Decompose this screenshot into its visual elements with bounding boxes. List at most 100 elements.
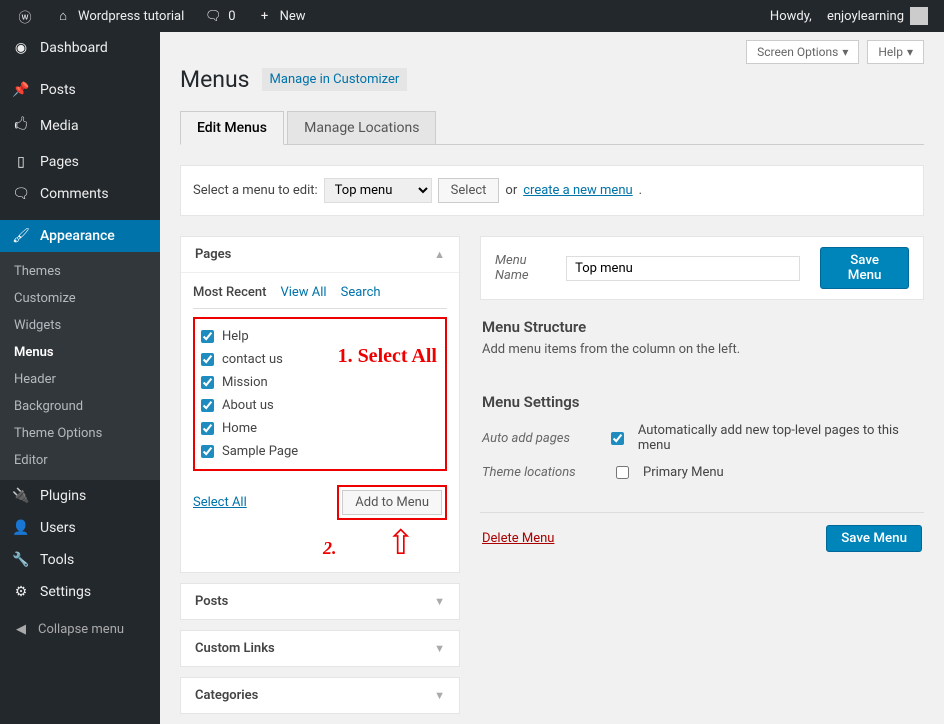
submenu-editor[interactable]: Editor xyxy=(0,447,160,474)
collapse-label: Collapse menu xyxy=(38,622,124,637)
page-icon: ▯ xyxy=(12,154,30,170)
submenu-background[interactable]: Background xyxy=(0,393,160,420)
arrow-up-icon: ⇧ xyxy=(387,526,416,560)
screen-options-button[interactable]: Screen Options ▾ xyxy=(746,40,859,64)
main-content: Screen Options ▾ Help ▾ Menus Manage in … xyxy=(160,32,944,724)
create-new-menu-link[interactable]: create a new menu xyxy=(523,183,632,198)
annotation-2: 2. xyxy=(323,538,337,559)
save-menu-button-top[interactable]: Save Menu xyxy=(820,247,909,289)
collapse-menu[interactable]: ◀ Collapse menu xyxy=(0,614,160,645)
comment-icon: 🗨 xyxy=(12,186,30,202)
select-prompt: Select a menu to edit: xyxy=(193,183,318,198)
primary-menu-checkbox[interactable] xyxy=(616,466,629,479)
home-icon: ⌂ xyxy=(54,8,72,24)
wrench-icon: 🔧 xyxy=(12,552,30,568)
howdy-prefix: Howdy, xyxy=(770,9,812,24)
sidebar-item-appearance[interactable]: 🖌Appearance xyxy=(0,220,160,252)
theme-locations-label: Theme locations xyxy=(482,465,602,480)
admin-toolbar: ⓦ ⌂ Wordpress tutorial 🗨0 +New Howdy, enj… xyxy=(0,0,944,32)
menu-name-input[interactable] xyxy=(566,256,800,281)
accordion-custom-links: Custom Links▼ xyxy=(180,630,460,667)
appearance-submenu: Themes Customize Widgets Menus Header Ba… xyxy=(0,252,160,480)
sidebar-item-media[interactable]: 🖒Media xyxy=(0,106,160,146)
sidebar-item-dashboard[interactable]: ◉Dashboard xyxy=(0,32,160,64)
chevron-down-icon: ▼ xyxy=(434,642,445,655)
chevron-down-icon: ▾ xyxy=(907,45,913,59)
admin-sidebar: ◉Dashboard 📌 Posts 🖒Media ▯ Pages 🗨Comment… xyxy=(0,32,160,724)
page-checkbox-row: Mission xyxy=(201,371,439,394)
accordion-pages: Pages▲ Most Recent View All Search 1. Se… xyxy=(180,236,460,573)
submenu-menus[interactable]: Menus xyxy=(0,339,160,366)
sidebar-item-label: Tools xyxy=(40,552,74,568)
dashboard-icon: ◉ xyxy=(12,40,30,56)
auto-add-checkbox[interactable] xyxy=(611,432,624,445)
help-button[interactable]: Help ▾ xyxy=(867,40,924,64)
subtab-search[interactable]: Search xyxy=(341,285,381,300)
page-checkbox-row: Sample Page xyxy=(201,440,439,463)
delete-menu-link[interactable]: Delete Menu xyxy=(482,531,554,546)
accordion-categories: Categories▼ xyxy=(180,677,460,714)
page-checkbox[interactable] xyxy=(201,422,214,435)
page-title: Menus xyxy=(180,66,250,93)
avatar xyxy=(910,7,928,25)
sidebar-item-label: Media xyxy=(40,118,79,134)
submenu-theme-options[interactable]: Theme Options xyxy=(0,420,160,447)
site-name: Wordpress tutorial xyxy=(78,9,184,24)
menu-settings-title: Menu Settings xyxy=(482,393,922,411)
page-checkbox[interactable] xyxy=(201,330,214,343)
menu-name-label: Menu Name xyxy=(495,253,556,283)
chevron-up-icon: ▲ xyxy=(434,248,445,261)
accordion-posts: Posts▼ xyxy=(180,583,460,620)
sidebar-item-comments[interactable]: 🗨Comments xyxy=(0,178,160,210)
sidebar-item-posts[interactable]: 📌 Posts xyxy=(0,74,160,106)
page-checkbox[interactable] xyxy=(201,445,214,458)
sidebar-item-label: Appearance xyxy=(40,228,115,244)
username: enjoylearning xyxy=(827,9,904,24)
submenu-header[interactable]: Header xyxy=(0,366,160,393)
submenu-themes[interactable]: Themes xyxy=(0,258,160,285)
subtab-most-recent[interactable]: Most Recent xyxy=(193,285,266,300)
sidebar-item-users[interactable]: 👤Users xyxy=(0,512,160,544)
add-to-menu-button[interactable]: Add to Menu xyxy=(342,490,442,515)
page-checkbox[interactable] xyxy=(201,399,214,412)
auto-add-label: Auto add pages xyxy=(482,431,597,446)
collapse-icon: ◀ xyxy=(12,622,30,637)
customizer-link[interactable]: Manage in Customizer xyxy=(262,68,408,91)
new-label: New xyxy=(280,9,306,24)
site-link[interactable]: ⌂ Wordpress tutorial xyxy=(46,0,192,32)
auto-add-text: Automatically add new top-level pages to… xyxy=(638,423,922,453)
new-content[interactable]: +New xyxy=(248,0,314,32)
page-checkbox[interactable] xyxy=(201,353,214,366)
sidebar-item-label: Posts xyxy=(40,82,76,98)
menu-select[interactable]: Top menu xyxy=(324,178,432,203)
plugin-icon: 🔌 xyxy=(12,488,30,504)
chevron-down-icon: ▾ xyxy=(842,45,848,59)
sidebar-item-label: Pages xyxy=(40,154,79,170)
wp-logo[interactable]: ⓦ xyxy=(8,0,42,32)
submenu-widgets[interactable]: Widgets xyxy=(0,312,160,339)
sidebar-item-settings[interactable]: ⚙Settings xyxy=(0,576,160,608)
chevron-down-icon: ▼ xyxy=(434,689,445,702)
accordion-categories-header[interactable]: Categories▼ xyxy=(181,678,459,713)
save-menu-button-bottom[interactable]: Save Menu xyxy=(826,525,922,552)
comments-link[interactable]: 🗨0 xyxy=(196,0,243,32)
page-checkbox[interactable] xyxy=(201,376,214,389)
sidebar-item-plugins[interactable]: 🔌 Plugins xyxy=(0,480,160,512)
account-menu[interactable]: Howdy, enjoylearning xyxy=(762,0,936,32)
subtab-view-all[interactable]: View All xyxy=(280,285,326,300)
tab-edit-menus[interactable]: Edit Menus xyxy=(180,111,284,145)
sidebar-item-tools[interactable]: 🔧 Tools xyxy=(0,544,160,576)
tab-manage-locations[interactable]: Manage Locations xyxy=(287,111,436,144)
sidebar-item-pages[interactable]: ▯ Pages xyxy=(0,146,160,178)
accordion-custom-links-header[interactable]: Custom Links▼ xyxy=(181,631,459,666)
select-all-link[interactable]: Select All xyxy=(193,495,247,510)
submenu-customize[interactable]: Customize xyxy=(0,285,160,312)
accordion-pages-header[interactable]: Pages▲ xyxy=(181,237,459,273)
select-button[interactable]: Select xyxy=(438,178,500,203)
accordion-posts-header[interactable]: Posts▼ xyxy=(181,584,459,619)
pin-icon: 📌 xyxy=(12,82,30,98)
page-checkbox-row: About us xyxy=(201,394,439,417)
user-icon: 👤 xyxy=(12,520,30,536)
menu-structure-desc: Add menu items from the column on the le… xyxy=(482,342,922,357)
sidebar-item-label: Plugins xyxy=(40,488,86,504)
